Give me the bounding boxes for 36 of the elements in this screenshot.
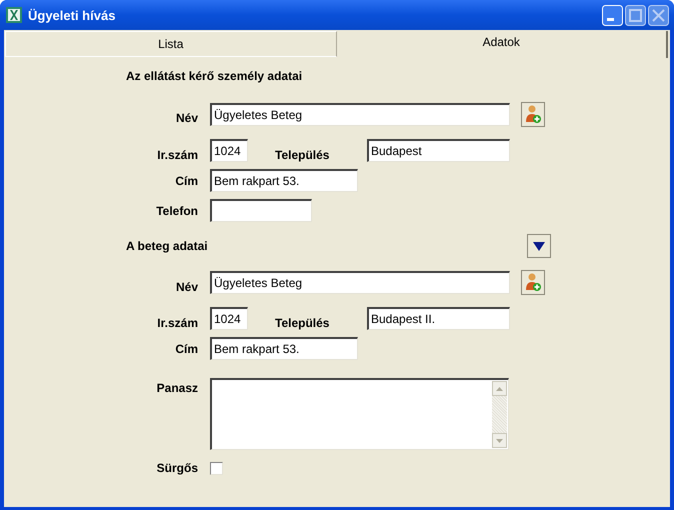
section-heading: Az ellátást kérő személy adatai: [126, 69, 302, 83]
input-field[interactable]: Ügyeletes Beteg: [210, 271, 510, 294]
checkbox[interactable]: [210, 462, 223, 474]
text-area[interactable]: [210, 378, 509, 450]
input-field[interactable]: [210, 199, 312, 222]
field-label: Település: [275, 316, 330, 330]
section-heading: A beteg adatai: [126, 238, 208, 252]
maximize-icon[interactable]: [625, 4, 646, 26]
input-field[interactable]: Bem rakpart 53.: [210, 169, 358, 192]
field-label: Ir.szám: [156, 316, 198, 330]
scroll-up-icon[interactable]: [492, 381, 507, 396]
field-label: Ir.szám: [156, 148, 198, 162]
input-field[interactable]: 1024: [210, 307, 248, 330]
field-label: Panasz: [156, 381, 198, 395]
field-label: Cím: [174, 174, 198, 188]
input-field[interactable]: Budapest II.: [367, 307, 510, 330]
minimize-icon[interactable]: [602, 4, 623, 26]
field-label: Település: [275, 148, 330, 162]
field-label: Telefon: [155, 204, 198, 218]
app-icon: [6, 7, 22, 23]
add-person-icon[interactable]: [521, 102, 545, 126]
field-label: Cím: [174, 342, 198, 356]
window-title: Ügyeleti hívás: [28, 8, 116, 22]
scroll-down-icon[interactable]: [492, 433, 507, 448]
tab[interactable]: Lista: [5, 31, 336, 57]
input-field[interactable]: Bem rakpart 53.: [210, 337, 358, 360]
input-field[interactable]: Budapest: [367, 139, 510, 162]
field-label: Név: [174, 280, 198, 294]
field-label: Sürgős: [156, 461, 198, 475]
close-icon[interactable]: [648, 4, 669, 26]
dropdown-button[interactable]: [527, 234, 551, 258]
input-field[interactable]: Ügyeletes Beteg: [210, 102, 510, 126]
field-label: Név: [174, 111, 198, 125]
tab[interactable]: Adatok: [336, 31, 668, 58]
add-person-icon[interactable]: [521, 270, 545, 295]
input-field[interactable]: 1024: [210, 139, 248, 162]
